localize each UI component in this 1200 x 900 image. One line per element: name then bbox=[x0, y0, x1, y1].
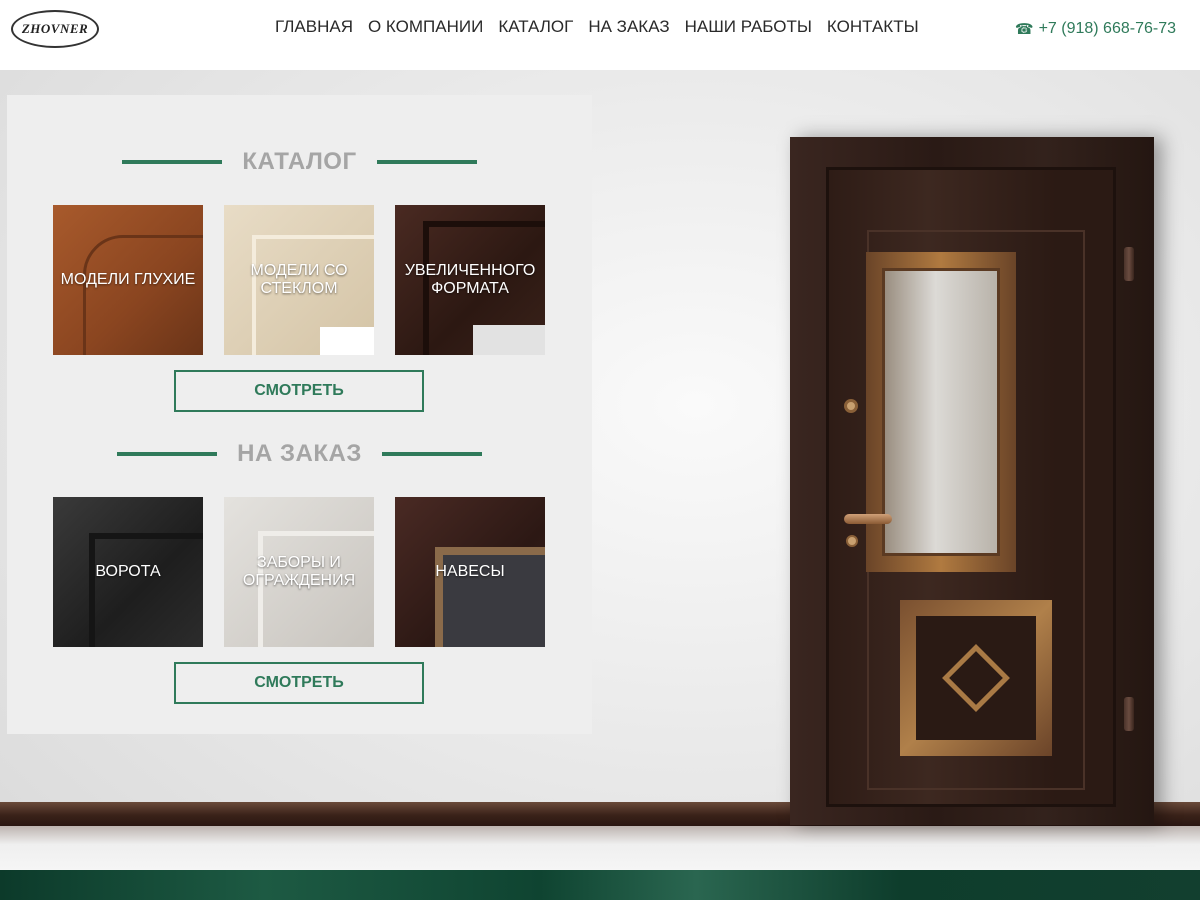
logo-text: ZHOVNER bbox=[21, 21, 89, 36]
custom-tiles: ВОРОТА ЗАБОРЫ И ОГРАЖДЕНИЯ НАВЕСЫ bbox=[53, 497, 545, 647]
tile-canopies[interactable]: НАВЕСЫ bbox=[395, 497, 545, 647]
tile-gates[interactable]: ВОРОТА bbox=[53, 497, 203, 647]
custom-view-button[interactable]: СМОТРЕТЬ bbox=[174, 662, 424, 704]
phone-link[interactable]: ☎ +7 (918) 668-76-73 bbox=[1015, 20, 1176, 38]
tile-label: ЗАБОРЫ И ОГРАЖДЕНИЯ bbox=[242, 554, 356, 589]
heading-rule-left bbox=[117, 452, 218, 456]
door-hinge bbox=[1124, 697, 1134, 731]
hero-door-image bbox=[790, 137, 1154, 825]
door-window bbox=[866, 252, 1016, 572]
door-keyhole-icon bbox=[846, 535, 858, 547]
door-hinge bbox=[1124, 247, 1134, 281]
catalog-title: КАТАЛОГ bbox=[242, 148, 357, 175]
nav-item-custom-order[interactable]: НА ЗАКАЗ bbox=[588, 17, 669, 37]
floor bbox=[0, 826, 1200, 872]
catalog-panel: КАТАЛОГ МОДЕЛИ ГЛУХИЕ МОДЕЛИ СО СТЕКЛОМ … bbox=[7, 95, 592, 734]
site-logo[interactable]: ZHOVNER bbox=[11, 10, 99, 48]
tile-blind-models[interactable]: МОДЕЛИ ГЛУХИЕ bbox=[53, 205, 203, 355]
site-header: ZHOVNER ГЛАВНАЯ О КОМПАНИИ КАТАЛОГ НА ЗА… bbox=[0, 0, 1200, 70]
nav-item-contacts[interactable]: КОНТАКТЫ bbox=[827, 17, 919, 37]
custom-title: НА ЗАКАЗ bbox=[237, 440, 362, 467]
tile-fences[interactable]: ЗАБОРЫ И ОГРАЖДЕНИЯ bbox=[224, 497, 374, 647]
footer-band bbox=[0, 870, 1200, 900]
catalog-tiles: МОДЕЛИ ГЛУХИЕ МОДЕЛИ СО СТЕКЛОМ УВЕЛИЧЕН… bbox=[53, 205, 545, 355]
door-ornament-icon bbox=[942, 644, 1010, 712]
heading-rule-left bbox=[122, 160, 223, 164]
phone-icon: ☎ bbox=[1014, 21, 1034, 38]
nav-item-catalog[interactable]: КАТАЛОГ bbox=[498, 17, 573, 37]
tile-glass-models[interactable]: МОДЕЛИ СО СТЕКЛОМ bbox=[224, 205, 374, 355]
nav-item-about[interactable]: О КОМПАНИИ bbox=[368, 17, 483, 37]
door-bottom-panel bbox=[900, 600, 1052, 756]
door-handle-icon bbox=[844, 514, 892, 524]
catalog-heading: КАТАЛОГ bbox=[7, 147, 592, 177]
nav-item-home[interactable]: ГЛАВНАЯ bbox=[275, 17, 353, 37]
catalog-view-button[interactable]: СМОТРЕТЬ bbox=[174, 370, 424, 412]
door-lock-icon bbox=[844, 399, 858, 413]
heading-rule-right bbox=[381, 452, 482, 456]
tile-label: МОДЕЛИ СО СТЕКЛОМ bbox=[250, 262, 348, 297]
custom-heading: НА ЗАКАЗ bbox=[7, 439, 592, 469]
nav-item-our-works[interactable]: НАШИ РАБОТЫ bbox=[685, 17, 812, 37]
tile-label: НАВЕСЫ bbox=[435, 563, 505, 580]
tile-large-format[interactable]: УВЕЛИЧЕННОГО ФОРМАТА bbox=[395, 205, 545, 355]
tile-label: МОДЕЛИ ГЛУХИЕ bbox=[60, 271, 196, 288]
phone-number: +7 (918) 668-76-73 bbox=[1038, 20, 1176, 37]
door-glass bbox=[882, 268, 1000, 556]
tile-label: ВОРОТА bbox=[95, 563, 161, 580]
door-bottom-inner bbox=[916, 616, 1036, 740]
heading-rule-right bbox=[376, 160, 477, 164]
main-nav: ГЛАВНАЯ О КОМПАНИИ КАТАЛОГ НА ЗАКАЗ НАШИ… bbox=[275, 17, 919, 37]
tile-label: УВЕЛИЧЕННОГО ФОРМАТА bbox=[404, 262, 536, 297]
